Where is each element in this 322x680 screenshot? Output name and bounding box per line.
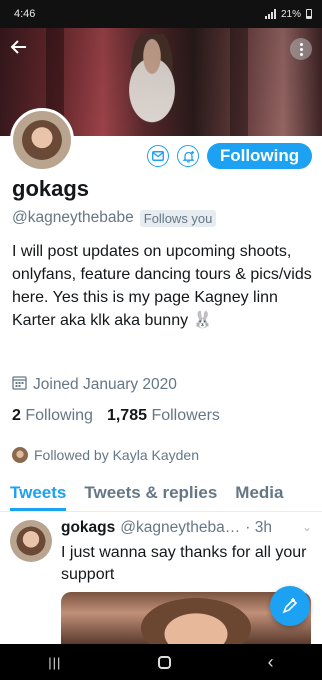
handle-row: @kagneythebabe Follows you xyxy=(12,209,217,227)
follows-you-badge: Follows you xyxy=(139,209,217,227)
following-button[interactable]: Following xyxy=(207,143,312,169)
compose-icon[interactable] xyxy=(270,586,310,626)
display-name: gokags xyxy=(12,176,90,201)
battery-icon xyxy=(306,9,312,19)
system-nav-bar: ||| ‹ xyxy=(0,644,322,680)
profile-bio: I will post updates on upcoming shoots, … xyxy=(12,243,312,329)
recents-icon[interactable]: ||| xyxy=(48,655,61,670)
profile-tabs: Tweets Tweets & replies Media xyxy=(0,478,322,512)
tweet-author-name: gokags xyxy=(61,519,116,536)
tab-tweets[interactable]: Tweets xyxy=(10,478,67,511)
system-back-icon[interactable]: ‹ xyxy=(268,652,274,673)
bell-plus-icon[interactable] xyxy=(177,145,199,167)
mail-icon[interactable] xyxy=(147,145,169,167)
tweet-author-handle: @kagneytheba… xyxy=(120,519,241,536)
following-count: 2 xyxy=(12,407,21,424)
followed-by-row[interactable]: Followed by Kayla Kayden xyxy=(12,447,199,463)
followed-by-text: Followed by Kayla Kayden xyxy=(34,447,199,463)
tweet-text: I just wanna say thanks for all your sup… xyxy=(61,544,307,583)
following-stat[interactable]: 2 Following xyxy=(12,407,93,425)
tweet-header: gokags @kagneytheba… · 3h xyxy=(61,519,316,537)
signal-icon xyxy=(264,9,276,19)
tweet-avatar[interactable] xyxy=(10,520,52,562)
profile-avatar[interactable] xyxy=(10,108,74,172)
user-handle: @kagneythebabe xyxy=(12,209,134,226)
joined-date-row: Joined January 2020 xyxy=(12,375,177,395)
tweet-time: · 3h xyxy=(245,519,272,536)
follower-avatar xyxy=(12,447,28,463)
status-icons: 21% xyxy=(264,8,312,20)
home-icon[interactable] xyxy=(158,655,172,669)
status-time: 4:46 xyxy=(14,8,36,20)
joined-date: Joined January 2020 xyxy=(33,376,177,393)
status-bar: 4:46 21% xyxy=(0,0,322,28)
back-arrow-icon[interactable] xyxy=(8,36,32,60)
calendar-icon xyxy=(12,375,27,395)
following-label: Following xyxy=(25,407,93,424)
battery-percent: 21% xyxy=(280,8,301,20)
followers-label: Followers xyxy=(151,407,220,424)
chevron-down-icon[interactable]: ⌄ xyxy=(302,520,312,534)
follow-stats: 2 Following 1,785 Followers xyxy=(12,407,220,425)
tab-media[interactable]: Media xyxy=(235,478,283,511)
tab-tweets-replies[interactable]: Tweets & replies xyxy=(84,478,217,511)
followers-stat[interactable]: 1,785 Followers xyxy=(107,407,220,425)
more-icon[interactable] xyxy=(290,38,312,60)
followers-count: 1,785 xyxy=(106,407,147,424)
